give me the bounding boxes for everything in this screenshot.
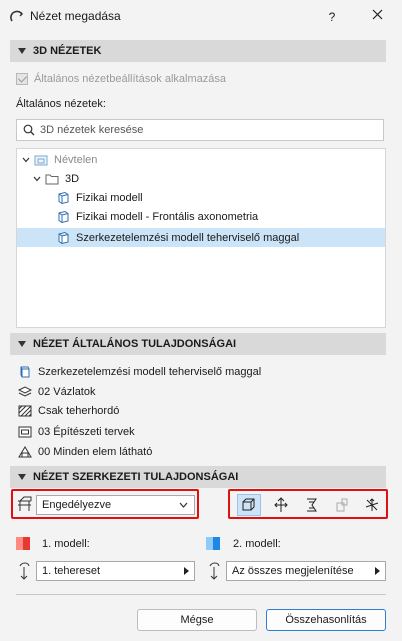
axes-icon: [365, 498, 379, 511]
model2-color-light-swatch: [206, 537, 213, 550]
prop-layer-combination: 02 Vázlatok: [18, 384, 95, 400]
prop-label: 00 Minden elem látható: [38, 446, 153, 458]
model1-label-text: 1. modell:: [42, 537, 90, 550]
diagram-button[interactable]: [300, 494, 324, 516]
close-icon[interactable]: [372, 9, 383, 20]
chevron-down-icon[interactable]: [179, 502, 188, 508]
app-icon: [10, 10, 23, 22]
disabled-tool-button[interactable]: [330, 494, 354, 516]
dropdown-value: 1. tehereset: [42, 565, 101, 577]
load-arrows-button[interactable]: [269, 494, 293, 516]
layer-combination-icon: [18, 386, 32, 397]
apply-general-settings-checkbox[interactable]: Általános nézetbeállítások alkalmazása: [16, 73, 226, 85]
tree-item-label: Szerkezetelemzési modell teherviselő mag…: [76, 231, 300, 244]
prop-label: Szerkezetelemzési modell teherviselő mag…: [38, 366, 262, 378]
section-header-label: 3D NÉZETEK: [33, 45, 102, 57]
close-button[interactable]: [367, 7, 387, 27]
project-icon: [34, 155, 48, 165]
structural-view-button[interactable]: [237, 494, 261, 516]
compare-button[interactable]: Összehasonlítás: [266, 609, 386, 631]
3d-view-icon: [58, 191, 69, 204]
cancel-button[interactable]: Mégse: [137, 609, 257, 631]
window-title: Nézet megadása: [30, 9, 121, 23]
dropdown-value: Az összes megjelenítése: [232, 565, 354, 577]
checkbox-checked-icon[interactable]: [16, 73, 28, 85]
structural-view-icon: [242, 498, 255, 511]
tree-item-label: Névtelen: [54, 153, 98, 166]
collapse-triangle-icon: [18, 474, 26, 480]
structural-mode-select[interactable]: Engedélyezve: [36, 495, 195, 515]
model2-label: 2. modell:: [206, 537, 281, 550]
load-arrows-icon: [274, 497, 288, 512]
section-header-structural-properties[interactable]: NÉZET SZERKEZETI TULAJDONSÁGAI: [10, 466, 386, 488]
model2-label-text: 2. modell:: [233, 537, 281, 550]
tree-item-physical-model-axonometry[interactable]: Fizikai modell - Frontális axonometria: [17, 207, 385, 226]
prop-label: 02 Vázlatok: [38, 386, 96, 398]
chevron-right-icon[interactable]: [184, 567, 189, 575]
section-header-label: NÉZET ÁLTALÁNOS TULAJDONSÁGAI: [33, 338, 237, 350]
pen-set-icon: [18, 426, 32, 438]
chevron-down-icon[interactable]: [33, 175, 41, 183]
collapse-triangle-icon: [18, 48, 26, 54]
tree-item-label: 3D: [65, 172, 80, 185]
search-input[interactable]: 3D nézetek keresése: [16, 119, 384, 141]
model2-load-case-dropdown[interactable]: Az összes megjelenítése: [226, 561, 386, 581]
views-tree[interactable]: Névtelen 3D Fizikai modell Fizikai model…: [16, 148, 386, 328]
search-icon: [23, 124, 35, 136]
footer-divider: [16, 594, 386, 595]
prop-label: Csak teherhordó: [38, 405, 120, 417]
tree-item-physical-model[interactable]: Fizikai modell: [17, 188, 385, 207]
prop-structural-filter: Csak teherhordó: [18, 403, 119, 419]
model1-label: 1. modell:: [16, 537, 90, 550]
3d-view-icon: [58, 231, 69, 244]
tree-item-label: Fizikai modell: [76, 191, 143, 204]
folder-icon: [45, 174, 59, 184]
model1-color-swatch: [23, 537, 30, 550]
prop-view-name: Szerkezetelemzési modell teherviselő mag…: [18, 364, 261, 380]
model-view-options-icon: [18, 446, 32, 458]
chevron-right-icon[interactable]: [375, 567, 380, 575]
tree-item-structural-analysis-model[interactable]: Szerkezetelemzési modell teherviselő mag…: [17, 228, 385, 247]
title-bar: Nézet megadása ?: [0, 0, 402, 33]
axes-button[interactable]: [360, 494, 384, 516]
checkbox-label: Általános nézetbeállítások alkalmazása: [34, 73, 227, 85]
structural-filter-icon: [18, 405, 32, 417]
model2-color-swatch: [213, 537, 220, 550]
section-header-general-properties[interactable]: NÉZET ÁLTALÁNOS TULAJDONSÁGAI: [10, 333, 386, 355]
general-views-label: Általános nézetek:: [16, 98, 106, 110]
tree-item-project[interactable]: Névtelen: [17, 150, 385, 169]
load-case-icon: [19, 562, 30, 580]
tree-item-label: Fizikai modell - Frontális axonometria: [76, 210, 259, 223]
prop-model-view-options: 00 Minden elem látható: [18, 444, 152, 460]
section-header-label: NÉZET SZERKEZETI TULAJDONSÁGAI: [33, 471, 239, 483]
3d-view-icon: [58, 210, 69, 223]
member-icon: [336, 498, 348, 512]
model1-load-case-dropdown[interactable]: 1. tehereset: [36, 561, 195, 581]
prop-label: 03 Építészeti tervek: [38, 426, 135, 438]
structural-mode-icon: [18, 496, 32, 511]
help-button[interactable]: ?: [322, 7, 342, 27]
chevron-down-icon[interactable]: [22, 156, 30, 164]
prop-pen-set: 03 Építészeti tervek: [18, 424, 135, 440]
view-icon: [20, 366, 30, 378]
collapse-triangle-icon: [18, 341, 26, 347]
model1-color-light-swatch: [16, 537, 23, 550]
diagram-icon: [307, 498, 317, 512]
section-header-3d-views[interactable]: 3D NÉZETEK: [10, 40, 386, 62]
load-case-icon: [209, 562, 220, 580]
select-value: Engedélyezve: [42, 499, 112, 511]
search-placeholder: 3D nézetek keresése: [40, 124, 144, 136]
tree-item-3d-folder[interactable]: 3D: [17, 169, 385, 188]
